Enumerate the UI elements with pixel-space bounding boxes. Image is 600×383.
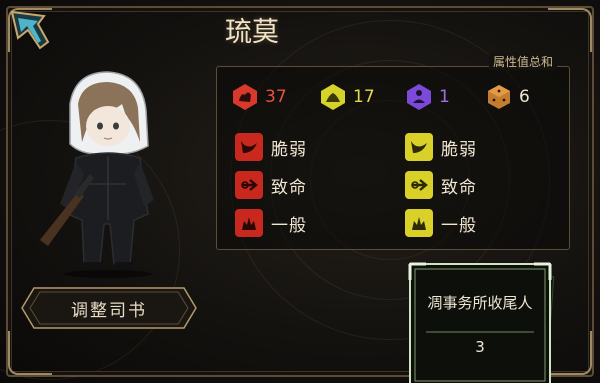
frame-corner xyxy=(8,331,52,375)
stat-sloth: 17 xyxy=(319,83,375,111)
stat-sloth-value: 17 xyxy=(353,87,375,107)
red-resist-slash-label: 脆弱 xyxy=(271,139,307,160)
yellow-resist-pierce-label: 致命 xyxy=(441,177,477,198)
stat-dice: 6 xyxy=(485,83,530,111)
yellow-resist-pierce: 致命 xyxy=(405,171,477,199)
dice-icon xyxy=(488,85,510,109)
pierce-icon xyxy=(405,171,433,199)
slash-icon xyxy=(405,133,433,161)
back-arrow-icon xyxy=(10,10,50,50)
yellow-resist-slash-label: 脆弱 xyxy=(441,139,477,160)
stat-gloom-value: 1 xyxy=(439,87,450,107)
frame-corner xyxy=(548,8,592,52)
sloth-icon xyxy=(321,84,345,110)
back-button[interactable] xyxy=(8,8,52,52)
stats-panel: 属性值总和 37 17 1 6 脆弱 致命 一般 脆弱 致命 一般 xyxy=(216,53,570,250)
slash-icon xyxy=(235,133,263,161)
yellow-resist-slash: 脆弱 xyxy=(405,133,477,161)
stat-gloom: 1 xyxy=(405,83,450,111)
red-resist-blunt: 一般 xyxy=(235,209,307,237)
wrath-icon xyxy=(233,84,257,110)
character-portrait xyxy=(40,71,154,278)
gloom-icon xyxy=(407,84,431,110)
character-name: 琉莫 xyxy=(225,17,279,48)
adjust-librarian-button[interactable]: 调整司书 xyxy=(20,286,198,330)
stat-wrath-value: 37 xyxy=(265,87,287,107)
character-screen: 琉莫 调整司书 属性值总和 37 17 1 6 脆弱 致命 一般 脆弱 致命 一… xyxy=(0,0,600,383)
stat-wrath: 37 xyxy=(231,83,287,111)
pierce-icon xyxy=(235,171,263,199)
key-page-card[interactable]: 凋事务所收尾人 3 xyxy=(404,258,556,383)
card-frame-icon xyxy=(408,262,555,383)
yellow-resist-blunt-label: 一般 xyxy=(441,215,477,236)
blunt-icon xyxy=(405,209,433,237)
stats-total-title: 属性值总和 xyxy=(488,53,557,70)
blunt-icon xyxy=(235,209,263,237)
red-resist-pierce-label: 致命 xyxy=(271,177,307,198)
key-page-count: 3 xyxy=(475,338,485,356)
stat-dice-value: 6 xyxy=(519,87,530,107)
red-resist-blunt-label: 一般 xyxy=(271,215,307,236)
adjust-librarian-label: 调整司书 xyxy=(71,300,147,321)
red-resist-pierce: 致命 xyxy=(235,171,307,199)
red-resist-slash: 脆弱 xyxy=(235,133,307,161)
key-page-title: 凋事务所收尾人 xyxy=(427,294,533,312)
yellow-resist-blunt: 一般 xyxy=(405,209,477,237)
